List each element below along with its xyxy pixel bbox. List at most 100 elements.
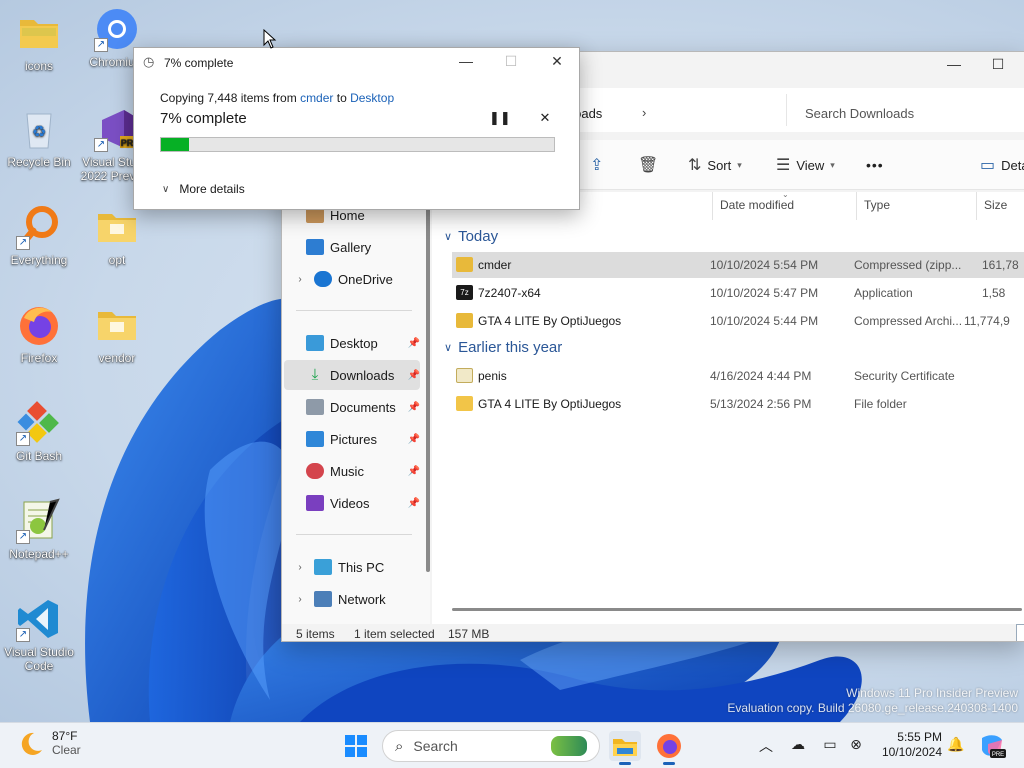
search-highlight-icon [551, 736, 587, 756]
weather-widget[interactable]: 87°F Clear [18, 729, 81, 757]
nav-scrollbar[interactable] [426, 192, 430, 572]
nav-item-videos[interactable]: Videos 📌 [284, 488, 420, 518]
see-more-button[interactable]: ••• [866, 154, 884, 176]
nav-item-music[interactable]: Music 📌 [284, 456, 420, 486]
column-divider[interactable] [976, 192, 977, 220]
nav-item-documents[interactable]: Documents 📌 [284, 392, 420, 422]
details-pane-button[interactable]: ▭ Deta [980, 154, 1024, 176]
column-header-size[interactable]: Size [984, 198, 1007, 212]
file-list: Date modified ⌄ Type Size ∨ Today cmder … [432, 190, 1024, 624]
nav-item-label: Desktop [330, 335, 378, 351]
details-view-toggle[interactable] [1016, 624, 1024, 641]
navigation-pane: Home Gallery › OneDrive Desktop 📌 ⤓ Down… [282, 192, 430, 624]
file-name: GTA 4 LITE By OptiJuegos [478, 314, 622, 328]
horizontal-scrollbar[interactable] [452, 608, 1022, 611]
nav-item-label: Music [330, 463, 364, 479]
desktop-icon-vscode[interactable]: ↗ Visual Studio Code [0, 596, 78, 673]
file-row-cmder[interactable]: cmder 10/10/2024 5:54 PM Compressed (zip… [452, 252, 1024, 278]
destination-link[interactable]: Desktop [350, 91, 394, 105]
desktop-icon-recycle-bin[interactable]: ♻ Recycle Bin [0, 106, 78, 169]
column-divider[interactable] [856, 192, 857, 220]
desktop-icon-firefox[interactable]: Firefox [0, 302, 78, 365]
chevron-right-icon[interactable]: › [292, 562, 308, 573]
nav-item-downloads[interactable]: ⤓ Downloads 📌 [284, 360, 420, 390]
file-row-certificate[interactable]: penis 4/16/2024 4:44 PM Security Certifi… [452, 363, 1024, 389]
pin-icon[interactable]: 📌 [408, 338, 420, 349]
shortcut-arrow-icon: ↗ [16, 530, 30, 544]
recycle-bin-icon: ♻ [16, 106, 62, 152]
pin-icon[interactable]: 📌 [408, 402, 420, 413]
group-header-today[interactable]: ∨ Today [444, 228, 498, 245]
copilot-button[interactable]: PRE [978, 732, 1006, 760]
minimize-button[interactable]: — [934, 56, 974, 78]
pin-icon[interactable]: 📌 [408, 434, 420, 445]
desktop-icon-git-bash[interactable]: ↗ Git Bash [0, 400, 78, 463]
desktop-icon-notepad-plus-plus[interactable]: ↗ Notepad++ [0, 498, 78, 561]
chevron-down-icon: ∨ [162, 183, 170, 195]
delete-button[interactable]: 🗑 [638, 154, 658, 176]
nav-item-label: Pictures [330, 431, 377, 447]
minimize-button[interactable]: — [451, 53, 481, 73]
nav-item-onedrive[interactable]: › OneDrive [284, 264, 420, 294]
taskbar-search[interactable]: ⌕ Search [382, 730, 600, 762]
source-link[interactable]: cmder [300, 91, 333, 105]
column-header-date[interactable]: Date modified [720, 198, 794, 212]
search-input[interactable]: Search Downloads [786, 94, 1024, 126]
desktop-icon-icons[interactable]: icons [0, 10, 78, 73]
dialog-titlebar[interactable]: ◷ 7% complete — ☐ ✕ [134, 48, 579, 78]
cloud-offline-icon[interactable]: ☁ [788, 736, 808, 754]
taskbar-firefox[interactable] [653, 731, 685, 765]
sort-button[interactable]: ⇅ Sort ▾ [688, 154, 742, 176]
pin-icon[interactable]: 📌 [408, 498, 420, 509]
taskbar: 87°F Clear ⌕ Search ︿ ☁ ▭ ⊗ 5:55 PM 10/1… [0, 722, 1024, 768]
copilot-icon: PRE [982, 735, 1006, 758]
cancel-copy-button[interactable]: ✕ [535, 110, 555, 130]
nav-item-gallery[interactable]: Gallery [284, 232, 420, 262]
sort-icon: ⇅ [688, 157, 702, 174]
desktop-icon-opt[interactable]: opt [78, 204, 156, 267]
nav-item-desktop[interactable]: Desktop 📌 [284, 328, 420, 358]
pin-icon[interactable]: 📌 [408, 370, 420, 381]
system-clock[interactable]: 5:55 PM 10/10/2024 [870, 730, 942, 760]
file-row-gta-folder[interactable]: GTA 4 LITE By OptiJuegos 5/13/2024 2:56 … [452, 391, 1024, 417]
taskbar-file-explorer[interactable] [609, 731, 641, 765]
folder-icon [16, 10, 62, 56]
view-button[interactable]: ☰ View ▾ [776, 154, 835, 176]
desktop-icon-vendor[interactable]: vendor [78, 302, 156, 365]
nav-item-pictures[interactable]: Pictures 📌 [284, 424, 420, 454]
vscode-icon: ↗ [16, 596, 62, 642]
column-header-type[interactable]: Type [864, 198, 890, 212]
copy-progress-dialog[interactable]: ◷ 7% complete — ☐ ✕ Copying 7,448 items … [133, 47, 580, 210]
display-icon[interactable]: ▭ [820, 736, 840, 754]
start-button[interactable] [340, 731, 372, 761]
file-size: 161,78 [982, 258, 1019, 272]
pause-button[interactable]: ❚❚ [489, 110, 511, 130]
desktop-folder-icon [306, 335, 324, 351]
chevron-right-icon[interactable]: › [292, 594, 308, 605]
zip-folder-icon [456, 257, 473, 272]
desktop-icon-everything[interactable]: ↗ Everything [0, 204, 78, 267]
notifications-bell-icon[interactable]: 🔔 [946, 736, 966, 754]
maximize-button[interactable]: ☐ [978, 56, 1018, 78]
pin-icon[interactable]: 📌 [408, 466, 420, 477]
git-bash-icon: ↗ [16, 400, 62, 446]
desktop-icon-label: opt [108, 253, 126, 267]
nav-item-this-pc[interactable]: › This PC [284, 552, 420, 582]
search-icon: ⌕ [395, 737, 404, 755]
share-button[interactable]: ⇪ [590, 154, 603, 176]
chevron-right-icon[interactable]: › [292, 274, 308, 285]
show-hidden-icons-button[interactable]: ︿ [756, 736, 776, 754]
certificate-icon [456, 368, 473, 383]
column-divider[interactable] [712, 192, 713, 220]
firefox-icon [16, 302, 62, 348]
group-header-earlier[interactable]: ∨ Earlier this year [444, 339, 562, 356]
file-row-7z2407[interactable]: 7z 7z2407-x64 10/10/2024 5:47 PM Applica… [452, 280, 1024, 306]
breadcrumb-chevron-icon[interactable]: › [642, 105, 646, 120]
close-button[interactable]: ✕ [542, 53, 572, 73]
nav-item-label: Gallery [330, 239, 372, 255]
clock-time: 5:55 PM [897, 730, 942, 744]
network-status-icon[interactable]: ⊗ [846, 736, 866, 754]
nav-item-network[interactable]: › Network [284, 584, 420, 614]
file-row-gta-archive[interactable]: GTA 4 LITE By OptiJuegos 10/10/2024 5:44… [452, 308, 1024, 334]
more-details-toggle[interactable]: ∨ More details [162, 182, 245, 196]
